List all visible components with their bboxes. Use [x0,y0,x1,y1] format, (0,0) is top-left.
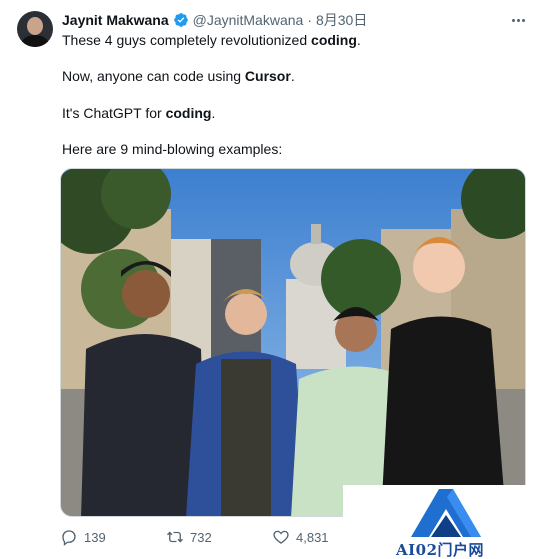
header-separator: · [307,12,312,28]
avatar-body [21,35,49,47]
retweet-icon [167,531,183,543]
like-button[interactable]: 4,831 [272,528,329,546]
tweet-photo[interactable] [60,168,526,517]
more-horizontal-icon[interactable] [510,12,526,28]
watermark: AI02门户网 [343,485,543,559]
author-name[interactable]: Jaynit Makwana [62,12,169,28]
reply-count: 139 [84,529,106,545]
like-count: 4,831 [296,529,329,545]
avatar-face [27,17,43,35]
heart-icon [273,530,289,544]
tweet-text-line-2: Now, anyone can code using Cursor. [62,68,295,84]
avatar[interactable] [17,11,53,47]
reply-button[interactable]: 139 [60,528,106,546]
tweet-header: Jaynit Makwana @JaynitMakwana · 8月30日 [62,11,367,29]
retweet-count: 732 [190,529,212,545]
watermark-text: AI02门户网 [396,541,485,559]
tweet: Jaynit Makwana @JaynitMakwana · 8月30日 Th… [0,0,543,559]
a-logo-icon [411,489,481,537]
tweet-text-line-1: These 4 guys completely revolutionized c… [62,32,361,48]
tweet-text-line-4: Here are 9 mind-blowing examples: [62,141,283,157]
tweet-text-line-3: It's ChatGPT for coding. [62,105,216,121]
reply-icon [62,530,76,546]
tweet-date[interactable]: 8月30日 [316,10,367,30]
retweet-button[interactable]: 732 [166,528,212,546]
photo-illustration [61,169,525,516]
verified-badge-icon [173,13,188,27]
author-handle[interactable]: @JaynitMakwana [193,12,304,28]
